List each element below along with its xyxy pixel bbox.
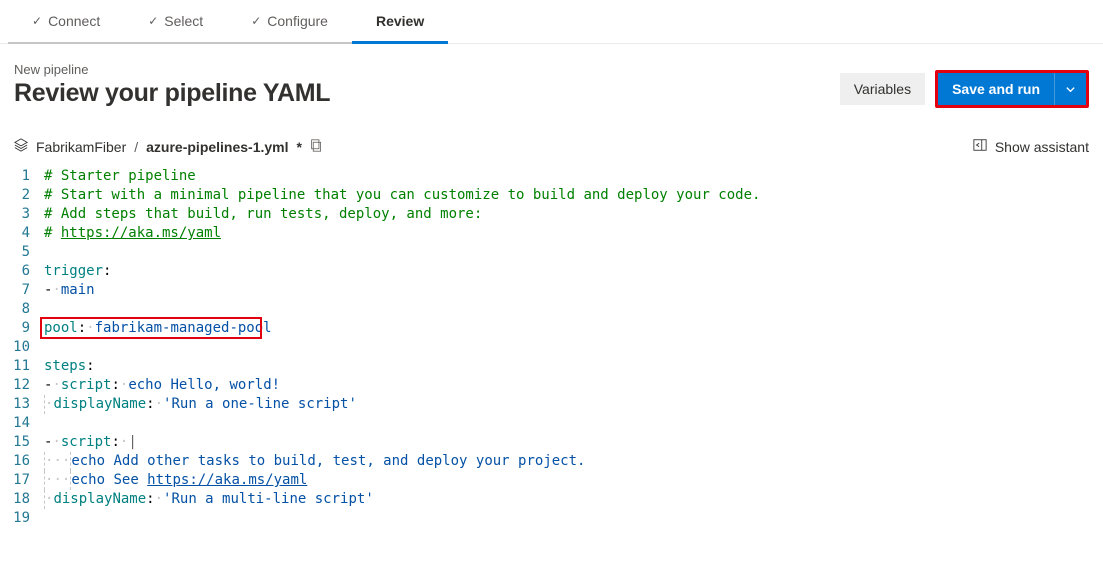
line-number: 5 [0,243,44,262]
tab-select[interactable]: ✓ Select [124,0,227,44]
tab-configure[interactable]: ✓ Configure [227,0,352,44]
check-icon: ✓ [148,14,158,28]
check-icon: ✓ [251,14,261,28]
line-code[interactable]: trigger: [44,262,111,281]
chevron-down-icon [1065,84,1076,95]
line-code[interactable]: steps: [44,357,95,376]
line-number: 4 [0,224,44,243]
show-assistant-button[interactable]: Show assistant [973,138,1089,155]
editor-line[interactable]: 18·displayName:·'Run a multi-line script… [0,490,1103,509]
line-code[interactable]: -·script:·| [44,433,137,452]
line-code[interactable]: ·displayName:·'Run a multi-line script' [44,490,374,509]
line-code[interactable]: ···echo Add other tasks to build, test, … [44,452,585,471]
line-number: 17 [0,471,44,490]
panel-expand-icon [973,138,987,155]
line-code[interactable]: ···echo See https://aka.ms/yaml [44,471,307,490]
line-code[interactable]: -·script:·echo Hello, world! [44,376,280,395]
page-header: New pipeline Review your pipeline YAML V… [0,44,1103,118]
line-number: 14 [0,414,44,433]
yaml-editor[interactable]: 1# Starter pipeline2# Start with a minim… [0,163,1103,528]
line-code[interactable]: pool:·fabrikam-managed-pool [44,319,272,338]
line-number: 12 [0,376,44,395]
editor-line[interactable]: 13·displayName:·'Run a one-line script' [0,395,1103,414]
line-number: 2 [0,186,44,205]
line-number: 13 [0,395,44,414]
editor-line[interactable]: 4# https://aka.ms/yaml [0,224,1103,243]
tab-label: Configure [267,13,328,29]
line-code[interactable]: -·main [44,281,95,300]
line-number: 8 [0,300,44,319]
line-number: 1 [0,167,44,186]
line-number: 9 [0,319,44,338]
editor-line[interactable]: 1# Starter pipeline [0,167,1103,186]
line-number: 3 [0,205,44,224]
line-code[interactable]: ·displayName:·'Run a one-line script' [44,395,357,414]
line-number: 19 [0,509,44,528]
editor-line[interactable]: 16···echo Add other tasks to build, test… [0,452,1103,471]
editor-line[interactable]: 17···echo See https://aka.ms/yaml [0,471,1103,490]
line-number: 15 [0,433,44,452]
save-and-run-button[interactable]: Save and run [938,73,1054,105]
check-icon: ✓ [32,14,42,28]
copy-icon[interactable] [310,139,323,155]
tab-label: Review [376,13,424,29]
editor-line[interactable]: 11steps: [0,357,1103,376]
editor-line[interactable]: 3# Add steps that build, run tests, depl… [0,205,1103,224]
line-code[interactable]: # Start with a minimal pipeline that you… [44,186,760,205]
editor-line[interactable]: 14 [0,414,1103,433]
repo-name[interactable]: FabrikamFiber [36,139,126,155]
line-number: 10 [0,338,44,357]
editor-line[interactable]: 5 [0,243,1103,262]
editor-line[interactable]: 9pool:·fabrikam-managed-pool [0,319,1103,338]
editor-line[interactable]: 8 [0,300,1103,319]
file-breadcrumb-row: FabrikamFiber / azure-pipelines-1.yml * … [0,118,1103,163]
tab-label: Select [164,13,203,29]
editor-line[interactable]: 12-·script:·echo Hello, world! [0,376,1103,395]
line-number: 11 [0,357,44,376]
tab-connect[interactable]: ✓ Connect [8,0,124,44]
line-number: 18 [0,490,44,509]
wizard-tabs: ✓ Connect ✓ Select ✓ Configure Review [0,0,1103,44]
repo-icon [14,138,28,155]
dirty-indicator: * [297,139,302,155]
line-number: 16 [0,452,44,471]
line-code[interactable]: # https://aka.ms/yaml [44,224,221,243]
editor-line[interactable]: 19 [0,509,1103,528]
file-name[interactable]: azure-pipelines-1.yml [146,139,288,155]
breadcrumb-separator: / [134,139,138,155]
line-code[interactable]: # Add steps that build, run tests, deplo… [44,205,482,224]
line-number: 6 [0,262,44,281]
tab-label: Connect [48,13,100,29]
save-and-run-dropdown[interactable] [1054,73,1086,105]
page-subtitle: New pipeline [14,62,330,77]
editor-line[interactable]: 10 [0,338,1103,357]
line-number: 7 [0,281,44,300]
variables-button[interactable]: Variables [840,73,925,105]
tab-review[interactable]: Review [352,0,448,44]
page-title: Review your pipeline YAML [14,79,330,108]
show-assistant-label: Show assistant [995,139,1089,155]
line-code[interactable]: # Starter pipeline [44,167,196,186]
editor-line[interactable]: 2# Start with a minimal pipeline that yo… [0,186,1103,205]
header-actions: Variables Save and run [840,70,1089,108]
editor-line[interactable]: 6trigger: [0,262,1103,281]
editor-line[interactable]: 7-·main [0,281,1103,300]
save-run-group: Save and run [935,70,1089,108]
editor-line[interactable]: 15-·script:·| [0,433,1103,452]
